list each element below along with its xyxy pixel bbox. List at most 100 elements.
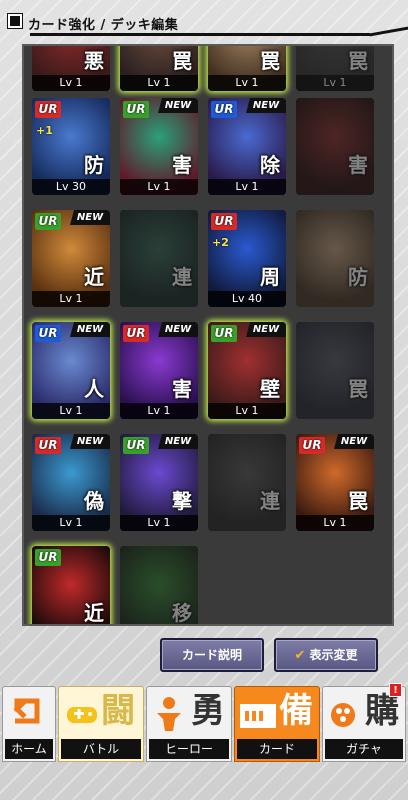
rarity-badge: UR bbox=[211, 213, 237, 230]
new-badge: NEW bbox=[70, 210, 110, 225]
card-slot[interactable]: UR +2 周 Lv 40 bbox=[208, 210, 286, 307]
card-slot[interactable]: 悪 Lv 1 bbox=[32, 46, 110, 91]
card-description-button[interactable]: カード説明 bbox=[160, 638, 264, 672]
card-type-kanji: 撃 bbox=[172, 489, 192, 513]
rarity-badge: UR bbox=[299, 437, 325, 454]
card-type-kanji: 害 bbox=[172, 377, 192, 401]
rarity-badge: UR bbox=[211, 101, 237, 118]
card-level: Lv 1 bbox=[120, 515, 198, 531]
card-slot[interactable]: 罠 Lv 1 bbox=[120, 46, 198, 91]
card-slot[interactable]: 移 bbox=[120, 546, 198, 624]
rarity-badge: UR bbox=[211, 325, 237, 342]
card-slot[interactable]: 連 bbox=[208, 434, 286, 531]
rarity-badge: UR bbox=[123, 101, 149, 118]
card-slot[interactable]: 害 bbox=[296, 98, 374, 195]
rarity-badge: UR bbox=[35, 437, 61, 454]
card-slot[interactable]: UR NEW 罠 Lv 1 bbox=[296, 434, 374, 531]
nav-hero-label: ヒーロー bbox=[149, 739, 229, 759]
card-level: Lv 1 bbox=[32, 515, 110, 531]
card-level: Lv 1 bbox=[208, 403, 286, 419]
card-grid[interactable]: 悪 Lv 1 罠 Lv 1 罠 Lv 1 罠 Lv 1 UR +1 防 Lv 30 UR NEW 害 Lv 1… bbox=[22, 44, 394, 626]
card-slot[interactable]: 罠Lv 1 bbox=[296, 46, 374, 91]
card-slot[interactable]: UR NEW 近 Lv 1 bbox=[32, 210, 110, 307]
card-slot[interactable]: 連 bbox=[120, 210, 198, 307]
card-type-kanji: 悪 bbox=[84, 49, 104, 73]
new-badge: NEW bbox=[158, 98, 198, 113]
bottom-navigation: ホーム 闘 バトル 勇 ヒーロー 備 カード 購 ガチャ ! bbox=[0, 683, 408, 800]
card-level: Lv 1 bbox=[120, 403, 198, 419]
card-slot[interactable]: UR NEW 壁 Lv 1 bbox=[208, 322, 286, 419]
new-badge: NEW bbox=[158, 434, 198, 449]
card-level: Lv 1 bbox=[32, 291, 110, 307]
card-locked-overlay bbox=[296, 46, 374, 91]
card-type-kanji: 偽 bbox=[84, 489, 104, 513]
card-slot[interactable]: UR NEW 偽 Lv 1 bbox=[32, 434, 110, 531]
new-badge: NEW bbox=[70, 434, 110, 449]
card-type-kanji: 害 bbox=[172, 153, 192, 177]
card-description-label: カード説明 bbox=[181, 648, 242, 662]
page-title: カード強化 / デッキ編集 bbox=[28, 18, 179, 33]
card-slot[interactable]: UR NEW 人 Lv 1 bbox=[32, 322, 110, 419]
nav-battle-label: バトル bbox=[61, 739, 141, 759]
card-slot[interactable]: UR NEW 除 Lv 1 bbox=[208, 98, 286, 195]
card-type-kanji: 近 bbox=[84, 265, 104, 289]
nav-gacha-label: ガチャ bbox=[325, 739, 403, 759]
card-level: Lv 1 bbox=[208, 179, 286, 195]
card-slot[interactable]: 罠Lv 1 bbox=[208, 46, 286, 91]
card-level: Lv 30 bbox=[32, 179, 110, 195]
card-type-kanji: 周 bbox=[260, 265, 280, 289]
card-type-kanji: 罠 bbox=[348, 489, 368, 513]
card-slot[interactable]: UR近Lv 1 bbox=[32, 546, 110, 625]
card-level: Lv 1 bbox=[296, 515, 374, 531]
rarity-badge: UR bbox=[35, 101, 61, 118]
hero-kanji: 勇 bbox=[191, 691, 225, 731]
card-slot[interactable]: UR NEW 害 Lv 1 bbox=[120, 322, 198, 419]
card-locked-overlay bbox=[296, 98, 374, 195]
new-badge: NEW bbox=[246, 322, 286, 337]
home-icon bbox=[3, 687, 55, 739]
card-type-kanji: 近 bbox=[84, 601, 104, 625]
rarity-badge: UR bbox=[35, 213, 61, 230]
nav-hero[interactable]: 勇 ヒーロー bbox=[146, 686, 232, 762]
new-badge: NEW bbox=[246, 98, 286, 113]
card-slot[interactable]: UR +1 防 Lv 30 bbox=[32, 98, 110, 195]
card-type-kanji: 罠 bbox=[172, 49, 192, 73]
new-badge: NEW bbox=[334, 434, 374, 449]
card-type-kanji: 除 bbox=[260, 153, 280, 177]
nav-battle[interactable]: 闘 バトル bbox=[58, 686, 144, 762]
enhance-count: +2 bbox=[212, 236, 229, 249]
card-type-kanji: 壁 bbox=[260, 377, 280, 401]
rarity-badge: UR bbox=[35, 549, 61, 566]
card-level: Lv 1 bbox=[120, 179, 198, 195]
display-change-label: 表示変更 bbox=[309, 648, 358, 662]
card-level: Lv 1 bbox=[32, 75, 110, 91]
header-box-icon bbox=[8, 14, 22, 28]
card-level: Lv 40 bbox=[208, 291, 286, 307]
screen-header: カード強化 / デッキ編集 bbox=[0, 0, 408, 40]
rarity-badge: UR bbox=[123, 325, 149, 342]
rarity-badge: UR bbox=[123, 437, 149, 454]
rarity-badge: UR bbox=[35, 325, 61, 342]
card-level: Lv 1 bbox=[32, 403, 110, 419]
card-level: Lv 1 bbox=[120, 75, 198, 91]
new-badge: NEW bbox=[70, 322, 110, 337]
battle-kanji: 闘 bbox=[101, 691, 135, 731]
new-badge: NEW bbox=[158, 322, 198, 337]
gacha-notification-badge: ! bbox=[389, 683, 402, 697]
nav-home-label: ホーム bbox=[5, 739, 53, 759]
card-slot[interactable]: 防 bbox=[296, 210, 374, 307]
header-underline-accent bbox=[370, 26, 408, 37]
nav-card-label: カード bbox=[237, 739, 317, 759]
card-type-kanji: 人 bbox=[84, 377, 104, 401]
display-change-button[interactable]: ✔ 表示変更 bbox=[274, 638, 378, 672]
card-locked-overlay bbox=[208, 434, 286, 531]
card-slot[interactable]: 罠 bbox=[296, 322, 374, 419]
card-level: Lv 1 bbox=[208, 75, 286, 91]
card-locked-overlay bbox=[296, 322, 374, 419]
nav-card[interactable]: 備 カード bbox=[234, 686, 320, 762]
enhance-count: +1 bbox=[36, 124, 53, 137]
card-slot[interactable]: UR NEW 害 Lv 1 bbox=[120, 98, 198, 195]
card-slot[interactable]: UR NEW 撃 Lv 1 bbox=[120, 434, 198, 531]
nav-home[interactable]: ホーム bbox=[2, 686, 56, 762]
header-underline bbox=[30, 33, 370, 36]
